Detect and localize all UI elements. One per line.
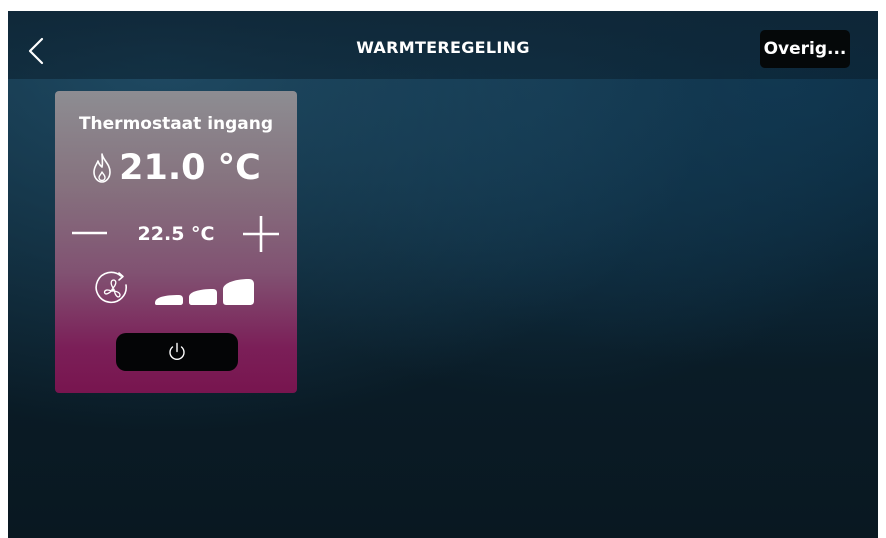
increase-setpoint-button[interactable] xyxy=(241,214,281,254)
power-icon xyxy=(169,342,185,361)
current-temperature-row: 21.0 °C xyxy=(55,146,297,190)
fan-speed-selector[interactable] xyxy=(151,275,257,307)
screen: WARMTEREGELING Overig... Thermostaat ing… xyxy=(8,11,878,538)
fan-auto-icon[interactable] xyxy=(95,271,131,305)
power-button[interactable] xyxy=(116,333,238,371)
current-temperature: 21.0 °C xyxy=(119,148,261,188)
fan-speed-level-3 xyxy=(223,279,254,305)
fan-speed-level-1 xyxy=(155,295,183,305)
flame-icon xyxy=(93,153,111,183)
setpoint-temperature: 22.5 °C xyxy=(137,223,215,245)
header-bar: WARMTEREGELING Overig... xyxy=(8,11,878,79)
fan-speed-level-2 xyxy=(189,289,217,305)
thermostat-name: Thermostaat ingang xyxy=(78,114,274,134)
page-title: WARMTEREGELING xyxy=(356,38,530,57)
decrease-setpoint-button[interactable] xyxy=(72,221,108,245)
more-button[interactable]: Overig... xyxy=(760,30,850,68)
thermostat-card[interactable]: Thermostaat ingang 21.0 °C 22.5 °C xyxy=(55,91,297,393)
